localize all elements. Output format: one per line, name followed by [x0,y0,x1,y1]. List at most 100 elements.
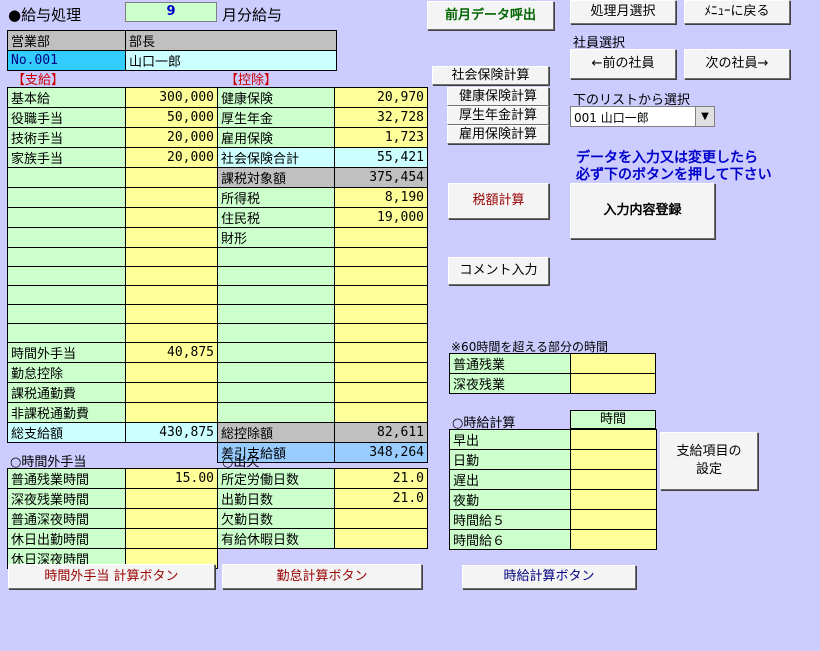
prev-month-data-button[interactable]: 前月データ呼出 [427,1,554,30]
deduction-value[interactable]: 1,723 [334,127,428,148]
table-row: 所定労働日数 21.0 [217,468,428,489]
attendance-label: 所定労働日数 [217,468,335,489]
payment-value[interactable] [125,187,218,208]
hourly-value[interactable] [570,529,657,550]
payment-value[interactable]: 300,000 [125,87,218,108]
deduction-value[interactable] [334,342,428,363]
tax-calc-button[interactable]: 税額計算 [448,183,549,219]
hourly-calc-button[interactable]: 時給計算ボタン [462,565,636,589]
deduction-label: 健康保険 [217,87,335,108]
table-row: 勤怠控除 [7,362,428,383]
payment-value[interactable]: 40,875 [125,342,218,363]
attendance-value[interactable]: 21.0 [334,468,428,489]
payment-value[interactable]: 20,000 [125,127,218,148]
payment-label: 時間外手当 [7,342,126,363]
employee-name: 山口一郎 [125,50,337,71]
deduction-label [217,402,335,423]
over60-value[interactable] [570,353,656,374]
employee-dropdown[interactable]: 001 山口一郎 ▼ [570,106,715,127]
overtime-value[interactable] [125,528,218,549]
hourly-value[interactable] [570,429,657,450]
hourly-value[interactable] [570,469,657,490]
empty-cell [126,443,218,463]
overtime-value[interactable]: 15.00 [125,468,218,489]
totals-row: 総支給額 430,875 総控除額 82,611 [7,422,428,443]
deduction-value[interactable]: 32,728 [334,107,428,128]
deduction-value[interactable]: 55,421 [334,147,428,168]
attendance-value[interactable] [334,528,428,549]
table-row [7,285,428,305]
deduction-label [217,382,335,403]
next-employee-button[interactable]: 次の社員→ [684,49,790,79]
allowance-settings-button[interactable]: 支給項目の 設定 [660,432,758,490]
payment-value[interactable] [125,362,218,383]
deduction-label [217,342,335,363]
table-row: 早出 [449,429,657,450]
deductions-header: 【控除】 [225,73,278,88]
table-row: 時間給５ [449,509,657,530]
social-insurance-calc-button[interactable]: 社会保険計算 [432,66,549,85]
deduction-value[interactable] [334,285,428,305]
payment-value[interactable] [125,304,218,324]
payment-value[interactable] [125,247,218,267]
employment-insurance-calc-button[interactable]: 雇用保険計算 [447,125,549,144]
deduction-value[interactable]: 19,000 [334,207,428,228]
hourly-label: 遅出 [449,469,571,490]
total-deduction-label: 総控除額 [217,422,335,443]
overtime-label: 普通残業時間 [7,468,126,489]
payment-value[interactable] [125,323,218,343]
deduction-value[interactable] [334,382,428,403]
payment-value[interactable] [125,285,218,305]
month-input[interactable]: 9 [125,2,217,22]
back-to-menu-button[interactable]: ﾒﾆｭｰに戻る [684,0,790,24]
deduction-label: 雇用保険 [217,127,335,148]
comment-input-button[interactable]: コメント入力 [448,257,549,285]
table-row: 課税対象額 375,454 [7,167,428,188]
payment-value[interactable] [125,167,218,188]
deduction-value[interactable]: 375,454 [334,167,428,188]
attendance-value[interactable] [334,508,428,529]
prev-employee-button[interactable]: ←前の社員 [570,49,676,79]
deduction-label [217,266,335,286]
total-pay-label: 総支給額 [7,422,126,443]
payment-value[interactable] [125,402,218,423]
deduction-value[interactable] [334,266,428,286]
payment-value[interactable]: 50,000 [125,107,218,128]
hourly-value[interactable] [570,449,657,470]
attendance-value[interactable]: 21.0 [334,488,428,509]
deduction-value[interactable] [334,247,428,267]
chevron-down-icon[interactable]: ▼ [695,107,714,126]
deduction-value[interactable] [334,304,428,324]
overtime-calc-button[interactable]: 時間外手当 計算ボタン [8,564,215,589]
deduction-label: 所得税 [217,187,335,208]
deduction-value[interactable]: 20,970 [334,87,428,108]
select-month-button[interactable]: 処理月選択 [570,0,676,24]
payment-value[interactable]: 20,000 [125,147,218,168]
payment-value[interactable] [125,227,218,248]
overtime-value[interactable] [125,488,218,509]
attendance-label: 出勤日数 [217,488,335,509]
payment-value[interactable] [125,382,218,403]
deduction-value[interactable] [334,323,428,343]
payment-value[interactable] [125,266,218,286]
overtime-value[interactable] [125,508,218,529]
table-row [7,304,428,324]
pension-calc-button[interactable]: 厚生年金計算 [447,106,549,125]
over60-value[interactable] [570,373,656,394]
hourly-col-header: 時間 [570,410,656,429]
attendance-calc-button[interactable]: 勤怠計算ボタン [222,564,422,589]
table-row: 普通残業時間 15.00 [7,468,218,489]
hourly-value[interactable] [570,489,657,510]
table-row: 家族手当 20,000 社会保険合計 55,421 [7,147,428,168]
payment-value[interactable] [125,207,218,228]
deduction-value[interactable] [334,362,428,383]
deduction-label [217,323,335,343]
deduction-value[interactable] [334,227,428,248]
hourly-value[interactable] [570,509,657,530]
deduction-label: 住民税 [217,207,335,228]
deduction-value[interactable]: 8,190 [334,187,428,208]
register-button[interactable]: 入力内容登録 [570,183,715,239]
attendance-table: 所定労働日数 21.0 出勤日数 21.0 欠勤日数 有給休暇日数 [217,468,428,549]
deduction-value[interactable] [334,402,428,423]
health-insurance-calc-button[interactable]: 健康保険計算 [447,87,549,106]
